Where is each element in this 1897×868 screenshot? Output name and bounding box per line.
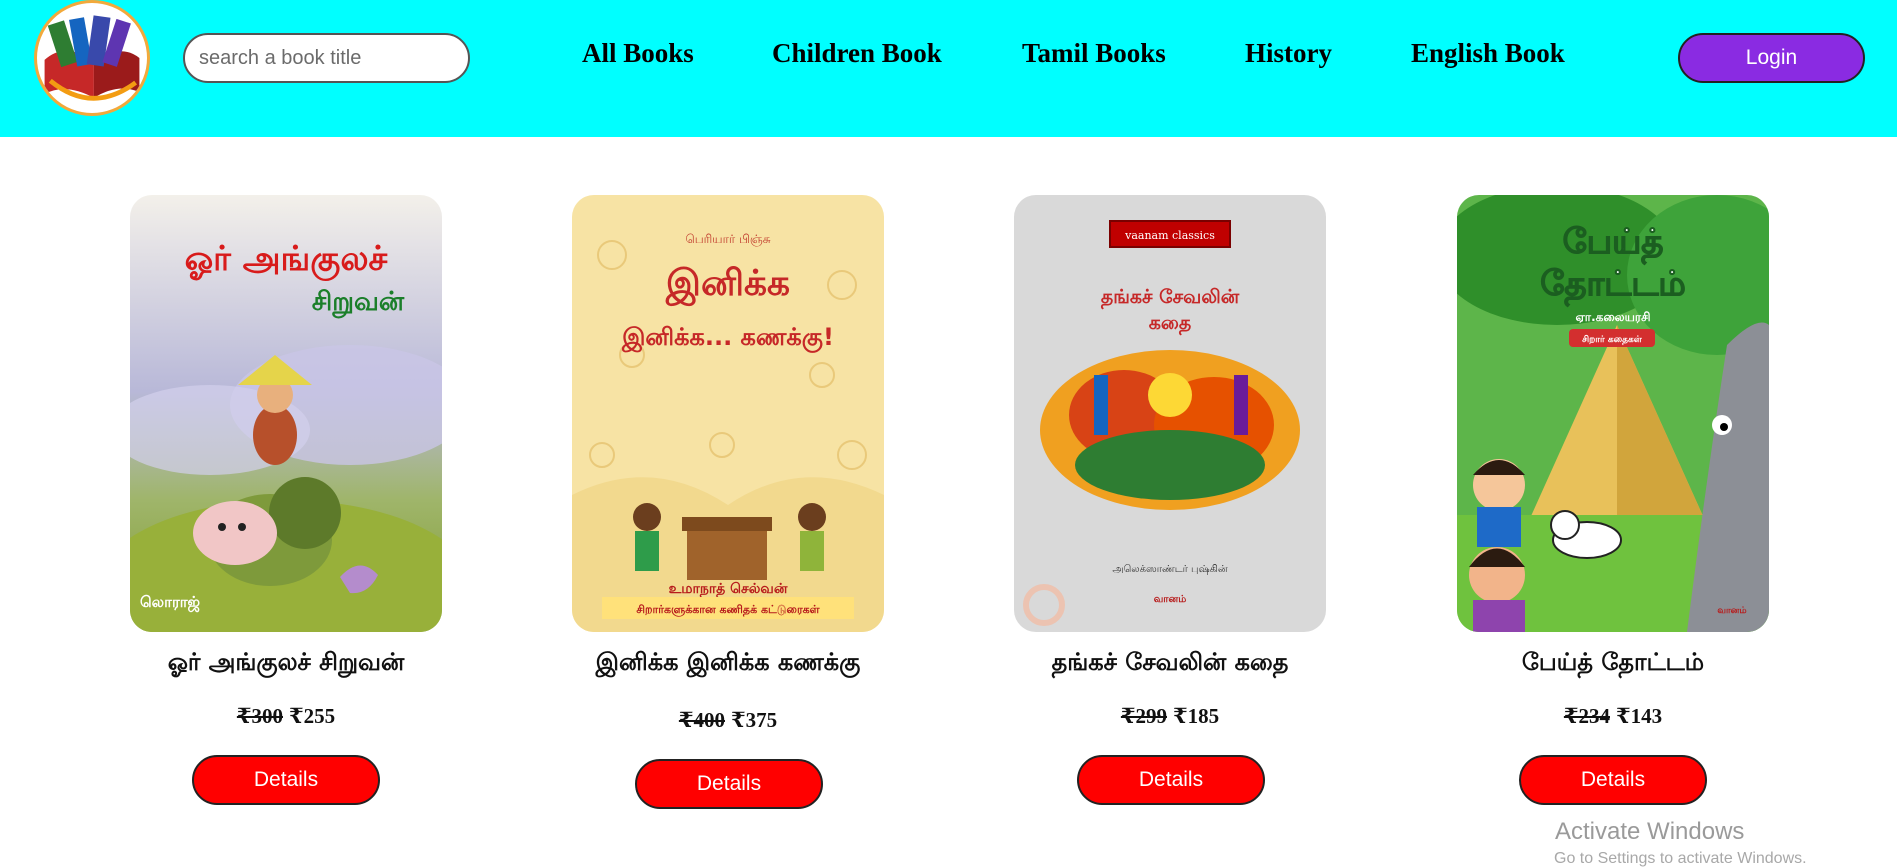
details-button[interactable]: Details — [1519, 755, 1707, 805]
sale-price: ₹375 — [731, 708, 778, 732]
book-cover-image: பேய்த் தோட்டம் ஏா.கலையரசி சிறார் கதைகள் … — [1457, 195, 1769, 632]
cover-publisher-text: வானம் — [1717, 606, 1746, 616]
cover-tag-text: சிறார் கதைகள் — [1582, 334, 1643, 345]
cover-title-text: இனிக்க — [665, 263, 790, 307]
book-card: vaanam classics தங்கச் சேவலின் கதை அலெக்… — [1014, 195, 1334, 815]
old-price: ₹300 — [236, 704, 283, 728]
books-logo-icon — [38, 4, 146, 112]
cover-subtitle-text: தோட்டம் — [1540, 264, 1686, 307]
cover-subtitle-text: இனிக்க... கணக்கு! — [621, 323, 834, 353]
book-cover[interactable]: vaanam classics தங்கச் சேவலின் கதை அலெக்… — [1014, 195, 1326, 632]
cover-title-text: பேய்த் — [1563, 222, 1664, 265]
svg-text:பெரியார் பிஞ்சு: பெரியார் பிஞ்சு — [685, 232, 770, 247]
book-title[interactable]: இனிக்க இனிக்க கணக்கு — [552, 647, 904, 677]
nav-english-book[interactable]: English Book — [1411, 38, 1565, 69]
book-card: ஓர் அங்குலச் சிறுவன் லொராஜ் ஓர் அங்குலச்… — [130, 195, 450, 815]
cover-subtitle-text: கதை — [1149, 312, 1192, 336]
book-title[interactable]: ஓர் அங்குலச் சிறுவன் — [110, 647, 462, 677]
cover-badge-text: vaanam classics — [1124, 229, 1215, 242]
site-header: All Books Children Book Tamil Books Hist… — [0, 0, 1897, 137]
book-cover[interactable]: ஓர் அங்குலச் சிறுவன் லொராஜ் — [130, 195, 442, 632]
site-logo[interactable] — [34, 0, 150, 116]
cover-author-text: லொராஜ் — [140, 593, 201, 612]
sale-price: ₹255 — [289, 704, 336, 728]
details-button[interactable]: Details — [635, 759, 823, 809]
cover-title-text: ஓர் அங்குலச் — [185, 239, 388, 281]
book-cover-image: vaanam classics தங்கச் சேவலின் கதை அலெக்… — [1014, 195, 1326, 632]
nav-tamil-books[interactable]: Tamil Books — [1022, 38, 1166, 69]
nav-children-book[interactable]: Children Book — [772, 38, 942, 69]
book-cover-image: பெரியார் பிஞ்சு இனிக்க இனிக்க... கணக்கு!… — [572, 195, 884, 632]
details-button[interactable]: Details — [192, 755, 380, 805]
book-price: ₹400 ₹375 — [572, 707, 884, 733]
old-price: ₹299 — [1120, 704, 1167, 728]
book-price: ₹234 ₹143 — [1457, 703, 1769, 729]
cover-footer-text: சிறார்களுக்கான கணிதக் கட்டுரைகள் — [636, 603, 820, 617]
book-price: ₹299 ₹185 — [1014, 703, 1326, 729]
old-price: ₹400 — [678, 708, 725, 732]
nav-history[interactable]: History — [1245, 38, 1332, 69]
login-button[interactable]: Login — [1678, 33, 1865, 83]
activate-windows-subtitle: Go to Settings to activate Windows. — [1554, 850, 1807, 867]
nav-all-books[interactable]: All Books — [582, 38, 694, 69]
cover-author-text: அலெக்ஸாண்டர் புஷ்கின் — [1112, 564, 1227, 575]
old-price: ₹234 — [1563, 704, 1610, 728]
cover-title-text: தங்கச் சேவலின் — [1101, 286, 1240, 310]
book-card: பெரியார் பிஞ்சு இனிக்க இனிக்க... கணக்கு!… — [572, 195, 892, 815]
cover-publisher-text: வானம் — [1154, 594, 1187, 605]
book-cover[interactable]: பெரியார் பிஞ்சு இனிக்க இனிக்க... கணக்கு!… — [572, 195, 884, 632]
cover-author-text: உமாநாத் செல்வன் — [669, 581, 788, 598]
book-cover[interactable]: பேய்த் தோட்டம் ஏா.கலையரசி சிறார் கதைகள் … — [1457, 195, 1769, 632]
sale-price: ₹143 — [1616, 704, 1663, 728]
cover-subtitle-text: சிறுவன் — [312, 287, 405, 319]
search-input[interactable] — [183, 33, 470, 83]
book-cover-image: ஓர் அங்குலச் சிறுவன் லொராஜ் — [130, 195, 442, 632]
book-price: ₹300 ₹255 — [130, 703, 442, 729]
book-title[interactable]: தங்கச் சேவலின் கதை — [994, 647, 1346, 677]
details-button[interactable]: Details — [1077, 755, 1265, 805]
book-title[interactable]: பேய்த் தோட்டம் — [1437, 647, 1789, 677]
book-card: பேய்த் தோட்டம் ஏா.கலையரசி சிறார் கதைகள் … — [1457, 195, 1777, 815]
sale-price: ₹185 — [1173, 704, 1220, 728]
activate-windows-title: Activate Windows — [1555, 818, 1745, 845]
cover-author-text: ஏா.கலையரசி — [1575, 310, 1650, 324]
